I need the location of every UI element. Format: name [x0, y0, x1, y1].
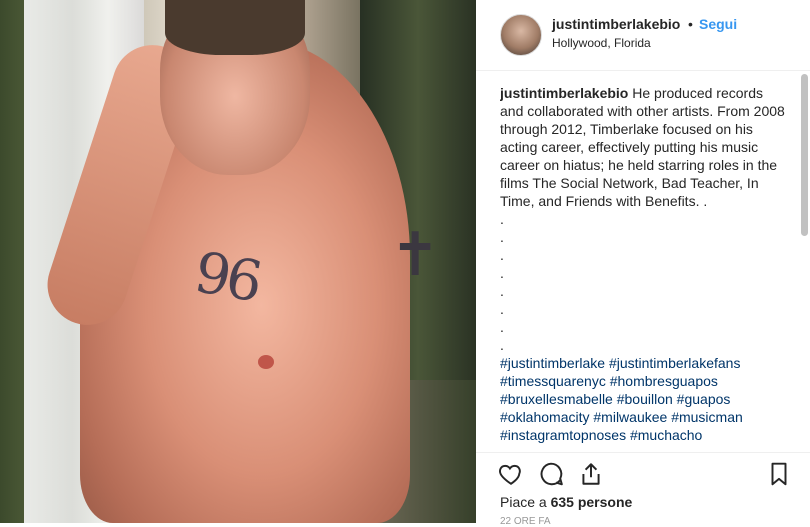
separator-dot: •	[688, 16, 693, 32]
caption-dots: . . . . . . . .	[500, 211, 504, 353]
post-username[interactable]: justintimberlakebio	[552, 16, 680, 32]
photo-tattoo-number: 96	[189, 240, 264, 315]
photo-tattoo-cross: ✝	[390, 221, 441, 288]
post-timestamp: 22 ORE FA	[500, 516, 551, 527]
caption-author[interactable]: justintimberlakebio	[500, 85, 628, 101]
avatar[interactable]	[500, 14, 542, 56]
bookmark-icon[interactable]	[766, 461, 792, 487]
likes-number[interactable]: 635 persone	[551, 494, 633, 510]
photo-detail	[258, 355, 274, 369]
caption-area: justintimberlakebio He produced records …	[500, 84, 790, 450]
likes-count[interactable]: Piace a 635 persone	[500, 494, 632, 510]
likes-prefix: Piace a	[500, 494, 547, 510]
post-photo[interactable]: 96 ✝	[0, 0, 476, 523]
photo-hair	[165, 0, 305, 55]
action-bar	[476, 452, 810, 493]
post-header: justintimberlakebio • Segui Hollywood, F…	[476, 0, 810, 71]
follow-button[interactable]: Segui	[699, 16, 737, 32]
post-side-panel: justintimberlakebio • Segui Hollywood, F…	[476, 0, 810, 527]
share-icon[interactable]	[578, 461, 604, 487]
heart-icon[interactable]	[498, 461, 524, 487]
comment-icon[interactable]	[538, 461, 564, 487]
scrollbar[interactable]	[801, 74, 808, 236]
post-location[interactable]: Hollywood, Florida	[552, 36, 651, 50]
caption-hashtags[interactable]: #justintimberlake #justintimberlakefans …	[500, 354, 790, 444]
instagram-post: 96 ✝ justintimberlakebio • Segui Hollywo…	[0, 0, 810, 527]
caption-text: He produced records and collaborated wit…	[500, 85, 785, 209]
